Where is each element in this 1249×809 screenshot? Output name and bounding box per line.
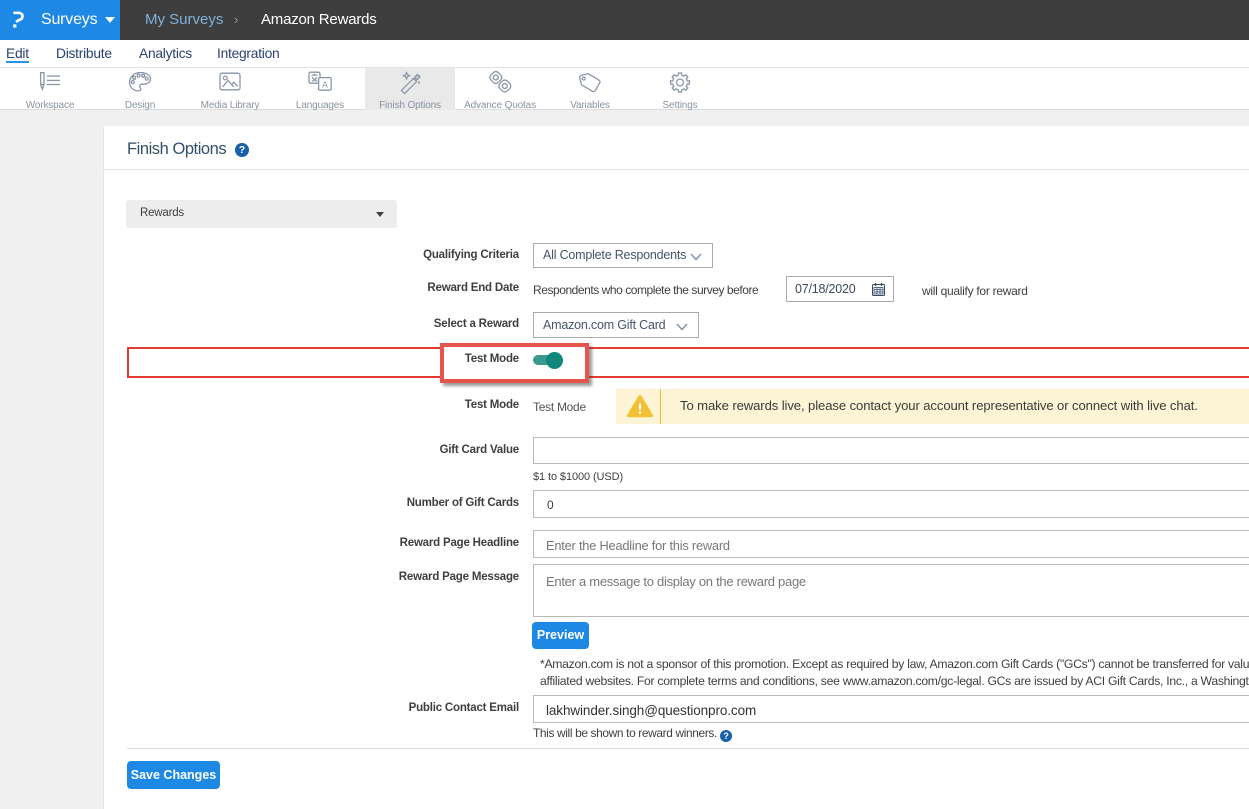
svg-text:A: A [322,80,328,90]
